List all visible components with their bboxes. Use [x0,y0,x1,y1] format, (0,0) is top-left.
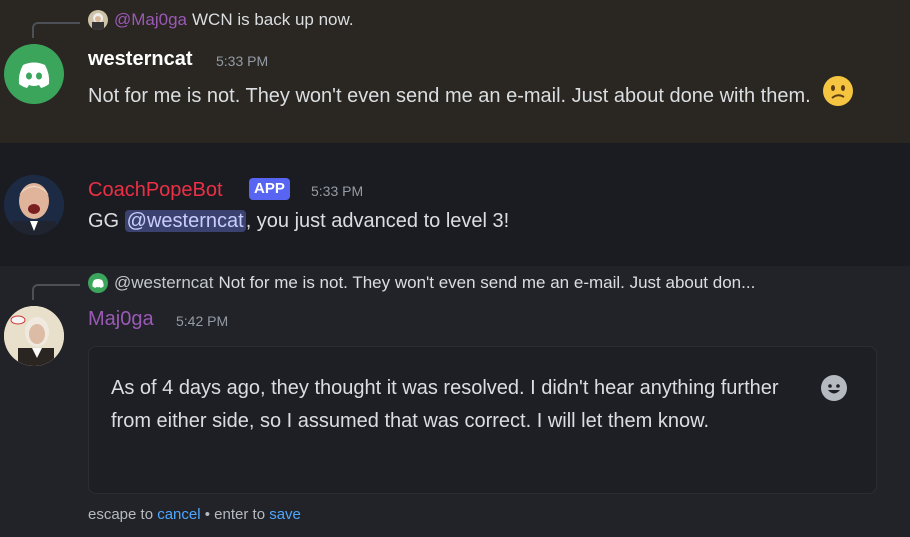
message-coachpopebot[interactable]: CoachPopeBot APP 5:33 PM GG @westerncat,… [0,143,910,266]
discord-logo-icon [18,62,50,88]
user-mention[interactable]: @westerncat [124,210,246,232]
cancel-link[interactable]: cancel [157,506,200,523]
reply-preview[interactable]: @westerncat Not for me is not. They won'… [88,273,755,293]
reply-spine [32,22,80,38]
timestamp: 5:33 PM [311,183,364,199]
author-westerncat[interactable]: westerncat [88,48,193,71]
message-maj0ga[interactable]: @westerncat Not for me is not. They won'… [0,266,910,537]
message-text-before: GG [88,210,125,232]
enter-hint: • enter to [200,506,270,523]
escape-hint: escape to [88,506,158,523]
message-text: Not for me is not. They won't even send … [88,84,811,107]
edit-hint: escape to cancel • enter to save [88,506,301,523]
reply-preview[interactable]: @Maj0ga WCN is back up now. [88,10,354,30]
save-link[interactable]: save [269,506,301,523]
reply-spine [32,284,80,300]
timestamp: 5:42 PM [176,313,229,329]
avatar-westerncat[interactable] [4,44,64,104]
reply-author[interactable]: @westerncat [114,273,213,293]
mini-avatar-westerncat [88,273,108,293]
edit-message-text[interactable]: As of 4 days ago, they thought it was re… [111,372,791,438]
mini-avatar-maj0ga [88,10,108,30]
avatar-maj0ga[interactable] [4,306,64,366]
reply-text: WCN is back up now. [192,10,354,29]
timestamp: 5:33 PM [216,53,269,69]
edit-message-input[interactable]: As of 4 days ago, they thought it was re… [88,346,877,494]
discord-logo-icon [92,279,104,288]
avatar-coachpopebot[interactable] [4,175,64,235]
emoji-picker-icon[interactable] [821,375,847,401]
reply-author[interactable]: @Maj0ga [114,10,187,30]
message-content: Not for me is not. They won't even send … [88,75,888,118]
message-text-after: , you just advanced to level 3! [245,210,510,232]
author-coachpopebot[interactable]: CoachPopeBot [88,179,223,202]
message-westerncat[interactable]: @Maj0ga WCN is back up now. westerncat 5… [0,0,910,143]
message-content: GG @westerncat, you just advanced to lev… [88,205,509,238]
app-badge: APP [249,178,290,200]
coach-avatar-icon [4,175,64,235]
author-maj0ga[interactable]: Maj0ga [88,308,154,331]
washington-avatar-icon [4,306,64,366]
reply-text: Not for me is not. They won't even send … [218,273,756,292]
confused-face-icon [822,75,854,118]
